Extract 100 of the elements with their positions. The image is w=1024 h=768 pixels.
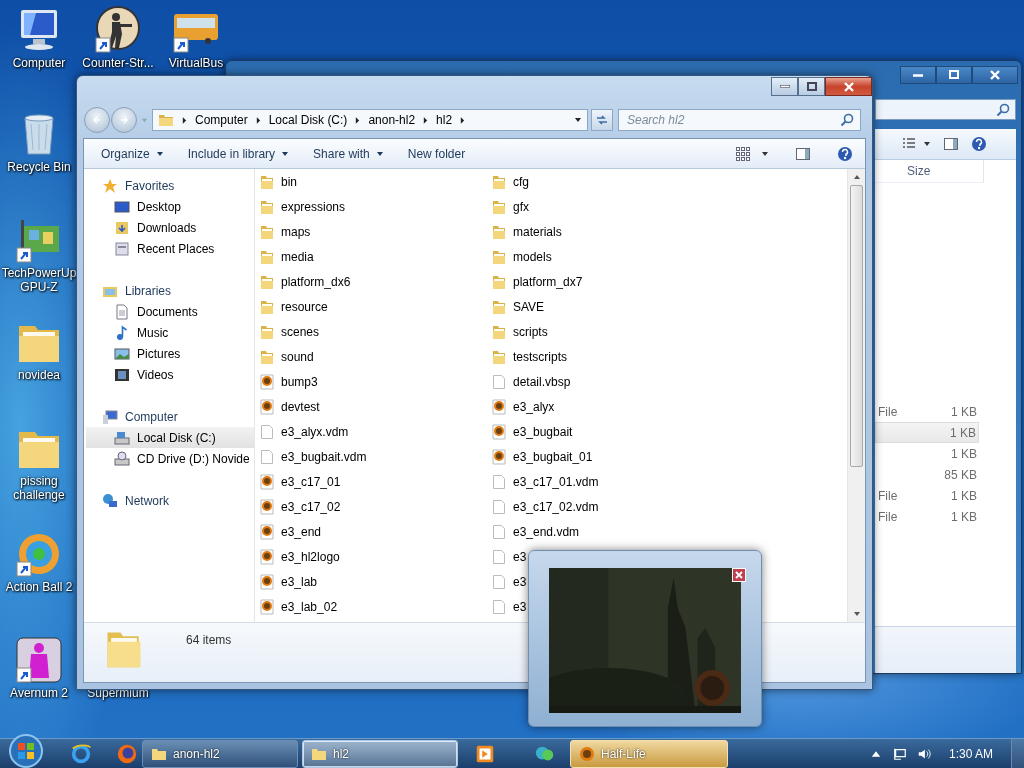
file-item[interactable]: e3_alyx bbox=[491, 394, 555, 419]
file-item[interactable]: models bbox=[491, 244, 552, 269]
file-row[interactable]: 1 KB bbox=[875, 422, 979, 443]
minimize-button[interactable] bbox=[900, 66, 936, 84]
close-button[interactable] bbox=[972, 66, 1018, 84]
column-header[interactable]: Size bbox=[907, 164, 931, 178]
file-item[interactable]: bin bbox=[259, 169, 297, 194]
file-item[interactable]: platform_dx6 bbox=[259, 269, 351, 294]
file-row[interactable]: File 1 KB bbox=[875, 401, 979, 422]
caret-icon[interactable] bbox=[574, 116, 582, 124]
nav-item[interactable]: Recent Places bbox=[84, 238, 254, 259]
chevron-icon[interactable] bbox=[255, 116, 261, 124]
close-button[interactable] bbox=[825, 77, 872, 96]
help-icon[interactable] bbox=[971, 136, 987, 152]
preview-pane-icon[interactable] bbox=[943, 136, 959, 152]
file-item[interactable]: e3_hl2logo bbox=[259, 544, 340, 569]
file-item[interactable]: media bbox=[259, 244, 314, 269]
file-item[interactable]: e3_alyx.vdm bbox=[259, 419, 349, 444]
toolbar-button[interactable]: Share with bbox=[305, 143, 392, 164]
desktop-icon-label[interactable]: Computer bbox=[12, 56, 66, 70]
file-row[interactable]: File 1 KB bbox=[875, 485, 979, 506]
scroll-up-arrow-icon[interactable] bbox=[852, 173, 861, 181]
minimize-button[interactable] bbox=[771, 77, 798, 96]
maximize-button[interactable] bbox=[798, 77, 825, 96]
desktop-icon-label[interactable]: Counter-Str... bbox=[82, 56, 154, 70]
desktop-icon-label[interactable]: TechPowerUp GPU-Z bbox=[0, 266, 78, 294]
file-item[interactable]: materials bbox=[491, 219, 562, 244]
file-row[interactable]: 1 KB bbox=[875, 443, 979, 464]
breadcrumb[interactable]: Local Disk (C:) bbox=[268, 113, 348, 127]
taskbar-button[interactable]: anon-hl2 bbox=[142, 739, 298, 768]
caret-icon[interactable] bbox=[923, 140, 931, 148]
nav-item[interactable]: Desktop bbox=[84, 196, 254, 217]
desktop-icon-label[interactable]: Recycle Bin bbox=[7, 160, 71, 174]
file-item[interactable]: testscripts bbox=[491, 344, 567, 369]
file-row[interactable]: File 1 KB bbox=[875, 506, 979, 527]
figure-icon[interactable] bbox=[94, 6, 142, 54]
search-field[interactable] bbox=[875, 99, 1016, 120]
file-row[interactable]: 85 KB bbox=[875, 464, 979, 485]
network-icon[interactable] bbox=[892, 746, 907, 761]
help-icon[interactable] bbox=[837, 145, 853, 162]
file-item[interactable]: e3_lab_02 bbox=[259, 594, 338, 619]
nav-item[interactable]: Videos bbox=[84, 364, 254, 385]
thumbnail-preview[interactable] bbox=[528, 550, 762, 727]
file-item[interactable]: sound bbox=[259, 344, 314, 369]
file-item[interactable]: scenes bbox=[259, 319, 320, 344]
file-item[interactable]: e3 bbox=[491, 594, 527, 619]
file-item[interactable]: e3_bugbait_01 bbox=[491, 444, 593, 469]
preview-pane-icon[interactable] bbox=[795, 145, 811, 162]
clock[interactable]: 1:30 AM bbox=[948, 746, 993, 761]
browser-icon[interactable] bbox=[70, 742, 92, 765]
chevron-icon[interactable] bbox=[355, 116, 361, 124]
file-item[interactable]: e3_c17_01.vdm bbox=[491, 469, 599, 494]
scroll-down-arrow-icon[interactable] bbox=[852, 610, 861, 618]
scrollbar[interactable] bbox=[847, 169, 865, 622]
nav-item[interactable]: Documents bbox=[84, 301, 254, 322]
file-item[interactable]: e3_bugbait.vdm bbox=[259, 444, 367, 469]
figure-icon[interactable] bbox=[15, 636, 63, 684]
nav-item[interactable]: Libraries bbox=[84, 280, 254, 301]
show-desktop-button[interactable] bbox=[1011, 738, 1024, 768]
file-item[interactable]: e3_c17_02.vdm bbox=[491, 494, 599, 519]
nav-item[interactable]: Network bbox=[84, 490, 254, 511]
file-item[interactable]: e3_end.vdm bbox=[491, 519, 580, 544]
desktop-icon-label[interactable]: Action Ball 2 bbox=[5, 580, 73, 594]
file-item[interactable]: e3_end bbox=[259, 519, 322, 544]
nav-item[interactable]: Downloads bbox=[84, 217, 254, 238]
refresh-button[interactable] bbox=[591, 109, 613, 131]
file-item[interactable]: SAVE bbox=[491, 294, 545, 319]
icons-view-icon[interactable] bbox=[735, 145, 751, 162]
nav-item[interactable]: CD Drive (D:) Novide bbox=[84, 448, 254, 469]
nav-item[interactable]: Favorites bbox=[84, 175, 254, 196]
browser-icon[interactable] bbox=[116, 742, 138, 765]
caret-icon[interactable] bbox=[761, 149, 769, 158]
file-item[interactable]: e3_bugbait bbox=[491, 419, 573, 444]
file-item[interactable]: cfg bbox=[491, 169, 529, 194]
file-item[interactable]: e3_c17_02 bbox=[259, 494, 341, 519]
breadcrumb[interactable]: hl2 bbox=[436, 113, 453, 127]
file-item[interactable]: e3_c17_01 bbox=[259, 469, 341, 494]
nav-item[interactable]: Computer bbox=[84, 406, 254, 427]
toolbar-button[interactable]: Include in library bbox=[179, 143, 298, 164]
chevron-icon[interactable] bbox=[182, 116, 187, 124]
file-item[interactable]: gfx bbox=[491, 194, 529, 219]
desktop-icon-label[interactable]: VirtualBus bbox=[168, 56, 224, 70]
chevron-icon[interactable] bbox=[423, 116, 429, 124]
file-item[interactable]: devtest bbox=[259, 394, 320, 419]
breadcrumb[interactable]: Computer bbox=[195, 113, 248, 127]
file-item[interactable]: e3 bbox=[491, 569, 527, 594]
maximize-button[interactable] bbox=[936, 66, 972, 84]
nav-item[interactable]: Music bbox=[84, 322, 254, 343]
nav-item[interactable]: Pictures bbox=[84, 343, 254, 364]
file-item[interactable]: resource bbox=[259, 294, 328, 319]
volume-icon[interactable] bbox=[916, 746, 931, 761]
toolbar-button[interactable]: New folder bbox=[399, 143, 474, 164]
file-item[interactable]: platform_dx7 bbox=[491, 269, 583, 294]
start-button[interactable] bbox=[8, 732, 44, 768]
file-item[interactable]: expressions bbox=[259, 194, 346, 219]
breadcrumb[interactable]: anon-hl2 bbox=[368, 113, 416, 127]
toolbar-button[interactable]: Organize bbox=[93, 143, 172, 164]
nav-item[interactable]: Local Disk (C:) bbox=[86, 427, 254, 448]
address-bar[interactable]: Computer Local Disk (C:) anon-hl2 hl2 bbox=[152, 109, 588, 131]
file-item[interactable]: detail.vbsp bbox=[491, 369, 571, 394]
